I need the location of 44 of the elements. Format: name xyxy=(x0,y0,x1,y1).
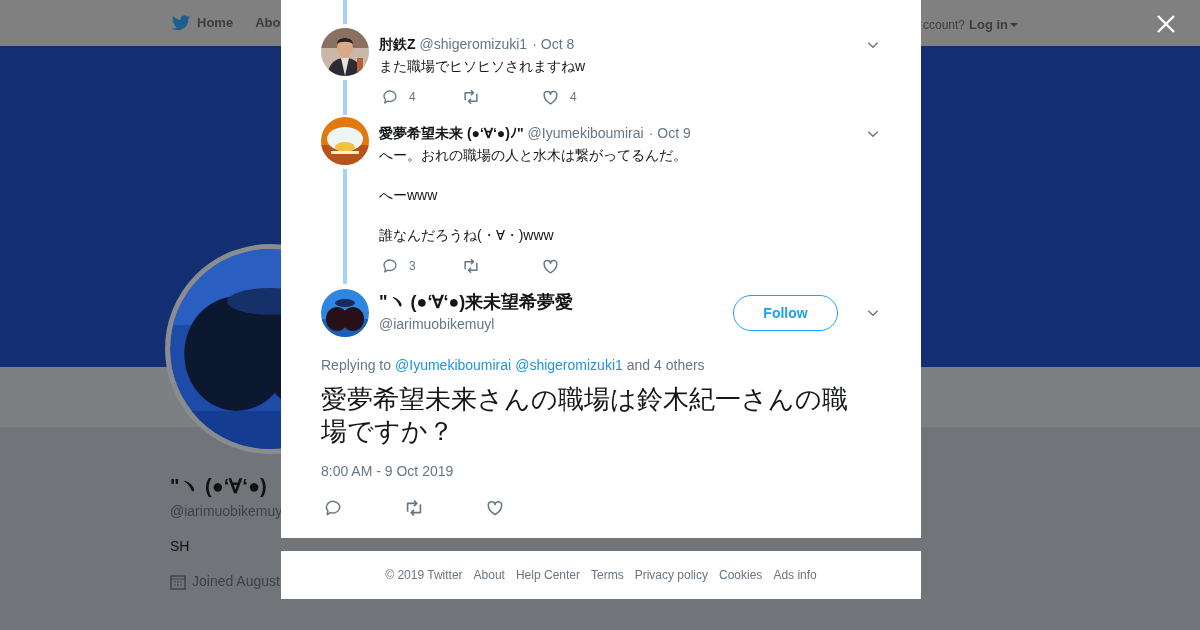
author-name[interactable]: "ヽ (●‘∀‘●)来未望希夢愛 xyxy=(379,291,723,313)
reply-icon[interactable] xyxy=(381,88,399,106)
tweet-text: 誰なんだろうね(・∀・)www xyxy=(379,226,555,245)
author-handle[interactable]: @Iyumekiboumirai xyxy=(527,123,644,144)
tweet-timestamp[interactable]: 8:00 AM - 9 Oct 2019 xyxy=(321,461,881,482)
tweet-text: へー。おれの職場の人と水木は繋がってるんだ。 xyxy=(379,146,688,165)
reply-count: 4 xyxy=(409,89,416,106)
mention-link[interactable]: @Iyumekiboumirai xyxy=(395,355,512,376)
tweet-text: へーwww xyxy=(379,186,439,205)
footer-link[interactable]: Cookies xyxy=(719,566,763,584)
retweet-icon[interactable] xyxy=(461,256,481,276)
tweet-date[interactable]: Oct 9 xyxy=(657,123,691,144)
separator-dot: · xyxy=(532,35,537,54)
nav-link[interactable]: Home xyxy=(197,13,234,33)
close-icon[interactable] xyxy=(1157,15,1175,33)
tweet-text: 愛夢希望未来さんの職場は鈴木紀一さんの職場ですか？ xyxy=(321,383,849,447)
author-handle[interactable]: @shigeromizuki1 xyxy=(419,34,528,55)
tweet-text: また職場でヒソヒソされますねw xyxy=(379,57,587,76)
like-count: 4 xyxy=(570,89,577,106)
retweet-icon[interactable] xyxy=(461,87,481,107)
footer-link[interactable]: Terms xyxy=(591,566,624,584)
login-button[interactable]: Log in xyxy=(969,15,1019,35)
author-name[interactable]: 愛夢希望未来 (●‘∀‘●)ﾉ" xyxy=(379,123,524,144)
reply-icon[interactable] xyxy=(323,498,343,518)
separator-dot: · xyxy=(648,124,654,143)
author-handle[interactable]: @iarimuobikemuyl xyxy=(379,314,723,335)
reply-count: 3 xyxy=(409,258,416,275)
calendar-icon xyxy=(170,573,186,590)
reply-icon[interactable] xyxy=(381,257,399,275)
replying-others[interactable]: and 4 others xyxy=(626,355,705,376)
footer-link[interactable]: Help Center xyxy=(515,566,580,584)
heart-icon[interactable] xyxy=(485,498,505,518)
tweet-date[interactable]: Oct 8 xyxy=(540,34,575,55)
footer-link[interactable]: Privacy policy xyxy=(634,566,708,584)
profile-name: "ヽ (●‘∀‘●) xyxy=(170,474,267,499)
copyright-text: © 2019 Twitter xyxy=(385,567,463,584)
footer-link[interactable]: About xyxy=(473,566,505,584)
caret-icon xyxy=(1010,22,1019,27)
profile-bio: SH xyxy=(170,537,190,556)
author-name[interactable]: 肘鉄Z xyxy=(379,34,416,55)
mention-link[interactable]: @shigeromizuki1 xyxy=(515,355,623,376)
footer-link[interactable]: Ads info xyxy=(773,566,817,584)
account-prompt: ccount? xyxy=(923,16,966,34)
nav-link[interactable]: Abo xyxy=(255,13,281,33)
